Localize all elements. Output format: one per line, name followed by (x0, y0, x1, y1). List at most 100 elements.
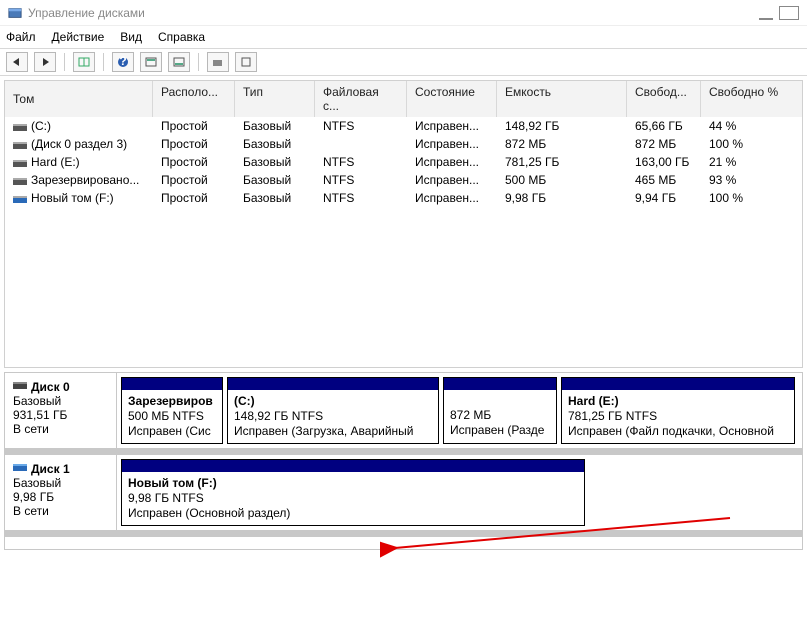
disk-1-name: Диск 1 (31, 462, 70, 476)
partition-title: Зарезервиров (128, 394, 213, 408)
menu-help[interactable]: Справка (158, 30, 205, 44)
partition-state: Исправен (Основной раздел) (128, 506, 290, 520)
partition[interactable]: Hard (E:)781,25 ГБ NTFSИсправен (Файл по… (561, 377, 795, 444)
view-list-button[interactable] (73, 52, 95, 72)
partition-size: 9,98 ГБ NTFS (128, 491, 204, 505)
volume-name: Hard (E:) (31, 155, 80, 169)
partition[interactable]: Новый том (F:) 9,98 ГБ NTFS Исправен (Ос… (121, 459, 585, 526)
disk-0-status: В сети (13, 422, 108, 436)
cell-free: 9,94 ГБ (627, 190, 701, 206)
menu-view[interactable]: Вид (120, 30, 142, 44)
table-row[interactable]: Зарезервировано...ПростойБазовыйNTFSИспр… (5, 171, 802, 189)
partition-body: Новый том (F:) 9,98 ГБ NTFS Исправен (Ос… (122, 472, 584, 525)
cell-state: Исправен... (407, 190, 497, 206)
partition-body: (C:)148,92 ГБ NTFSИсправен (Загрузка, Ав… (228, 390, 438, 443)
cell-state: Исправен... (407, 154, 497, 170)
titlebar: Управление дисками (0, 0, 807, 26)
cell-layout: Простой (153, 136, 235, 152)
window-title: Управление дисками (28, 6, 753, 20)
cell-layout: Простой (153, 118, 235, 134)
view-bottom-button[interactable] (168, 52, 190, 72)
col-capacity[interactable]: Емкость (497, 81, 627, 117)
view-top-button[interactable] (140, 52, 162, 72)
volume-name: Зарезервировано... (31, 173, 139, 187)
cell-fs: NTFS (315, 118, 407, 134)
disk-0-name: Диск 0 (31, 380, 70, 394)
maximize-button[interactable] (779, 6, 799, 20)
disk-1-type: Базовый (13, 476, 108, 490)
table-row[interactable]: (Диск 0 раздел 3)ПростойБазовыйИсправен.… (5, 135, 802, 153)
cell-free: 465 МБ (627, 172, 701, 188)
volume-icon (13, 139, 27, 149)
partition[interactable]: (C:)148,92 ГБ NTFSИсправен (Загрузка, Ав… (227, 377, 439, 444)
disk-0-size: 931,51 ГБ (13, 408, 108, 422)
partition[interactable]: Зарезервиров500 МБ NTFSИсправен (Сис (121, 377, 223, 444)
partition-state: Исправен (Загрузка, Аварийный (234, 424, 414, 438)
menu-file[interactable]: Файл (6, 30, 36, 44)
disk-1-info: Диск 1 Базовый 9,98 ГБ В сети (5, 455, 117, 530)
cell-fs: NTFS (315, 154, 407, 170)
partition-stripe (444, 378, 556, 390)
cell-free: 872 МБ (627, 136, 701, 152)
cell-type: Базовый (235, 118, 315, 134)
help-button[interactable]: ? (112, 52, 134, 72)
partition-stripe (122, 378, 222, 390)
disk-icon (13, 379, 27, 394)
volume-icon (13, 193, 27, 203)
cell-fs (315, 136, 407, 152)
col-freepct[interactable]: Свободно % (701, 81, 791, 117)
partition[interactable]: 872 МБИсправен (Разде (443, 377, 557, 444)
volume-name: (C:) (31, 119, 51, 133)
refresh-button[interactable] (207, 52, 229, 72)
disk-icon (13, 461, 27, 476)
disk-1-status: В сети (13, 504, 108, 518)
cell-freepct: 93 % (701, 172, 791, 188)
minimize-button[interactable] (759, 6, 773, 20)
partition-size: 781,25 ГБ NTFS (568, 409, 657, 423)
volume-icon (13, 121, 27, 131)
disk-0-row[interactable]: Диск 0 Базовый 931,51 ГБ В сети Зарезерв… (5, 373, 802, 449)
back-button[interactable] (6, 52, 28, 72)
col-type[interactable]: Тип (235, 81, 315, 117)
cell-fs: NTFS (315, 172, 407, 188)
menubar: Файл Действие Вид Справка (0, 26, 807, 48)
partition-title: (C:) (234, 394, 255, 408)
partition-state: Исправен (Сис (128, 424, 211, 438)
cell-free: 65,66 ГБ (627, 118, 701, 134)
partition-state: Исправен (Файл подкачки, Основной (568, 424, 774, 438)
cell-layout: Простой (153, 154, 235, 170)
table-row[interactable]: Hard (E:)ПростойБазовыйNTFSИсправен...78… (5, 153, 802, 171)
disk-1-size: 9,98 ГБ (13, 490, 108, 504)
toolbar-separator (103, 53, 104, 71)
col-free[interactable]: Свобод... (627, 81, 701, 117)
disk-0-info: Диск 0 Базовый 931,51 ГБ В сети (5, 373, 117, 448)
cell-free: 163,00 ГБ (627, 154, 701, 170)
app-icon (8, 6, 22, 20)
table-row[interactable]: (C:)ПростойБазовыйNTFSИсправен...148,92 … (5, 117, 802, 135)
volume-table: Том Располо... Тип Файловая с... Состоян… (4, 80, 803, 368)
disk-0-type: Базовый (13, 394, 108, 408)
partition-size: 148,92 ГБ NTFS (234, 409, 323, 423)
table-row[interactable]: Новый том (F:)ПростойБазовыйNTFSИсправен… (5, 189, 802, 207)
cell-capacity: 781,25 ГБ (497, 154, 627, 170)
col-layout[interactable]: Располо... (153, 81, 235, 117)
toolbar: ? (0, 48, 807, 76)
legend (5, 537, 802, 549)
col-state[interactable]: Состояние (407, 81, 497, 117)
partition-stripe (562, 378, 794, 390)
disk-1-row[interactable]: Диск 1 Базовый 9,98 ГБ В сети Новый том … (5, 455, 802, 531)
menu-action[interactable]: Действие (52, 30, 105, 44)
col-volume[interactable]: Том (5, 81, 153, 117)
col-filesystem[interactable]: Файловая с... (315, 81, 407, 117)
partition-state: Исправен (Разде (450, 423, 544, 437)
volume-name: (Диск 0 раздел 3) (31, 137, 127, 151)
disk-0-partitions: Зарезервиров500 МБ NTFSИсправен (Сис(C:)… (117, 373, 802, 448)
cell-layout: Простой (153, 190, 235, 206)
properties-button[interactable] (235, 52, 257, 72)
toolbar-separator (198, 53, 199, 71)
partition-title: Новый том (F:) (128, 476, 217, 490)
table-body: (C:)ПростойБазовыйNTFSИсправен...148,92 … (5, 117, 802, 367)
partition-stripe (228, 378, 438, 390)
cell-state: Исправен... (407, 172, 497, 188)
forward-button[interactable] (34, 52, 56, 72)
